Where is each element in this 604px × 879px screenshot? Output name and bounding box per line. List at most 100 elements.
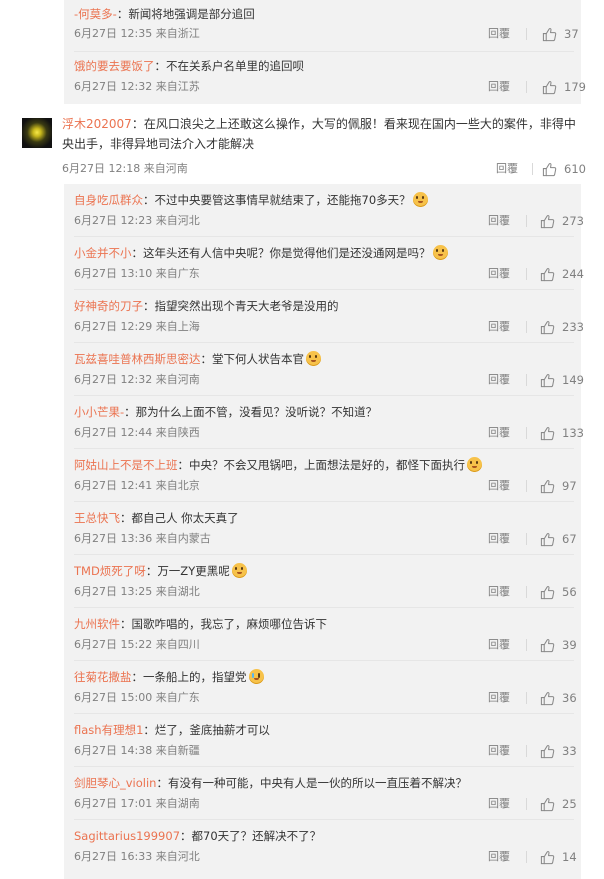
reply-author[interactable]: 阿姑山上不是不上班	[74, 458, 178, 472]
reply-meta: 6月27日 13:10 来自广东 回覆 244	[74, 265, 584, 283]
like-button[interactable]: 244	[540, 265, 584, 283]
reply-author[interactable]: 好神奇的刀子	[74, 299, 143, 313]
reply-author[interactable]: 剑胆琴心_violin	[74, 776, 156, 790]
reply-meta: 6月27日 13:36 来自内蒙古 回覆 67	[74, 530, 577, 548]
like-button[interactable]: 37	[542, 25, 579, 43]
thumbs-up-icon	[540, 267, 555, 282]
divider	[526, 798, 527, 810]
like-button[interactable]: 133	[540, 424, 584, 442]
reply-author[interactable]: 小金并不小	[74, 246, 132, 260]
like-button[interactable]: 233	[540, 318, 584, 336]
reply-time: 6月27日 12:41 来自北京	[74, 479, 200, 492]
like-button[interactable]: 273	[540, 212, 584, 230]
reply-time: 6月27日 15:22 来自四川	[74, 638, 200, 651]
reply-button[interactable]: 回覆	[488, 265, 510, 283]
divider	[526, 639, 527, 651]
like-count: 67	[562, 532, 577, 546]
like-button[interactable]: 39	[540, 636, 577, 654]
reply-button[interactable]: 回覆	[488, 530, 510, 548]
like-button[interactable]: 25	[540, 795, 577, 813]
divider	[74, 713, 574, 714]
reply-button[interactable]: 回覆	[488, 742, 510, 760]
divider	[74, 554, 574, 555]
like-count: 149	[562, 373, 584, 387]
reply-meta: 6月27日 15:22 来自四川 回覆 39	[74, 636, 577, 654]
reply-author[interactable]: Sagittarius199907	[74, 829, 180, 843]
smile-emoji-icon	[467, 457, 482, 472]
like-button[interactable]: 610	[542, 160, 586, 178]
divider	[74, 51, 574, 52]
reply-button[interactable]: 回覆	[488, 477, 510, 495]
like-count: 133	[562, 426, 584, 440]
reply-author[interactable]: 瓦兹喜哇普林西斯思密达	[74, 352, 201, 366]
thumbs-up-icon	[542, 162, 557, 177]
reply-author[interactable]: 九州软件	[74, 617, 120, 631]
thumbs-up-icon	[540, 638, 555, 653]
reply-button[interactable]: 回覆	[488, 636, 510, 654]
reply-author[interactable]: -何莫多-	[74, 7, 117, 21]
like-button[interactable]: 56	[540, 583, 577, 601]
reply-author[interactable]: 饿的要去要饭了	[74, 59, 155, 73]
like-count: 56	[562, 585, 577, 599]
reply-time: 6月27日 16:33 来自河北	[74, 850, 200, 863]
reply-meta: 6月27日 16:33 来自河北 回覆 14	[74, 848, 577, 866]
like-count: 273	[562, 214, 584, 228]
divider	[74, 395, 574, 396]
like-count: 610	[564, 162, 586, 176]
reply-button[interactable]: 回覆	[488, 212, 510, 230]
reply-text: 小金并不小：这年头还有人信中央呢？你是觉得他们是还没通网是吗？	[74, 245, 574, 261]
like-count: 33	[562, 744, 577, 758]
reply-button[interactable]: 回覆	[488, 25, 510, 43]
reply-time: 6月27日 12:29 来自上海	[74, 320, 200, 333]
like-button[interactable]: 179	[542, 78, 586, 96]
reply-button[interactable]: 回覆	[488, 795, 510, 813]
reply-text: 小小芒果-：那为什么上面不管，没看见？没听说？不知道？	[74, 405, 378, 419]
like-button[interactable]: 97	[540, 477, 577, 495]
reply-button[interactable]: 回覆	[496, 160, 518, 178]
reply-button[interactable]: 回覆	[488, 583, 510, 601]
reply-content: 不在关系户名单里的追回呗	[166, 59, 304, 73]
reply-author[interactable]: 王总快飞	[74, 511, 120, 525]
comment-time: 6月27日 12:18 来自河南	[62, 162, 188, 175]
reply-content: 烂了，釜底抽薪才可以	[154, 723, 270, 737]
divider	[74, 236, 574, 237]
reply-time: 6月27日 13:10 来自广东	[74, 267, 200, 280]
comment-author[interactable]: 浮木202007	[62, 117, 132, 131]
smile-emoji-icon	[412, 192, 428, 207]
reply-text: 剑胆琴心_violin：有没有一种可能，中央有人是一伙的所以一直压着不解决？	[74, 776, 467, 790]
reply-author[interactable]: 往菊花撒盐	[74, 670, 132, 684]
like-count: 36	[562, 691, 577, 705]
reply-author[interactable]: flash有理想1	[74, 723, 143, 737]
reply-button[interactable]: 回覆	[488, 371, 510, 389]
reply-content: 万一ZY更黑呢	[157, 564, 230, 578]
reply-button[interactable]: 回覆	[488, 318, 510, 336]
reply-author[interactable]: 小小芒果-	[74, 405, 124, 419]
divider	[74, 342, 574, 343]
reply-text: 瓦兹喜哇普林西斯思密达：堂下何人状告本官	[74, 351, 574, 367]
reply-button[interactable]: 回覆	[488, 78, 510, 96]
like-count: 179	[564, 80, 586, 94]
reply-author[interactable]: 自身吃瓜群众	[74, 193, 143, 207]
like-count: 14	[562, 850, 577, 864]
reply-meta: 6月27日 12:29 来自上海 回覆 233	[74, 318, 584, 336]
reply-meta: 6月27日 14:38 来自新疆 回覆 33	[74, 742, 577, 760]
reply-author[interactable]: TMD烦死了呀	[74, 564, 146, 578]
reply-button[interactable]: 回覆	[488, 424, 510, 442]
like-button[interactable]: 149	[540, 371, 584, 389]
like-button[interactable]: 36	[540, 689, 577, 707]
smile-emoji-icon	[306, 351, 321, 366]
divider	[526, 321, 527, 333]
avatar[interactable]	[22, 118, 52, 148]
reply-meta: 6月27日 12:23 来自河北 回覆 273	[74, 212, 584, 230]
like-button[interactable]: 67	[540, 530, 577, 548]
reply-content: 那为什么上面不管，没看见？没听说？不知道？	[135, 405, 378, 419]
reply-content: 不过中央要管这事情早就结束了，还能拖70多天？	[154, 193, 411, 207]
reply-button[interactable]: 回覆	[488, 848, 510, 866]
reply-content: 都70天了？还解决不了？	[191, 829, 322, 843]
reply-button[interactable]: 回覆	[488, 689, 510, 707]
reply-content: 中央？不会又甩锅吧，上面想法是好的，都怪下面执行	[189, 458, 465, 472]
reply-list-top: -何莫多-：新闻将地强调是部分追回 6月27日 12:35 来自浙江 回覆 37…	[64, 0, 586, 104]
reply-text: 阿姑山上不是不上班：中央？不会又甩锅吧，上面想法是好的，都怪下面执行	[74, 457, 574, 473]
like-button[interactable]: 33	[540, 742, 577, 760]
like-button[interactable]: 14	[540, 848, 577, 866]
